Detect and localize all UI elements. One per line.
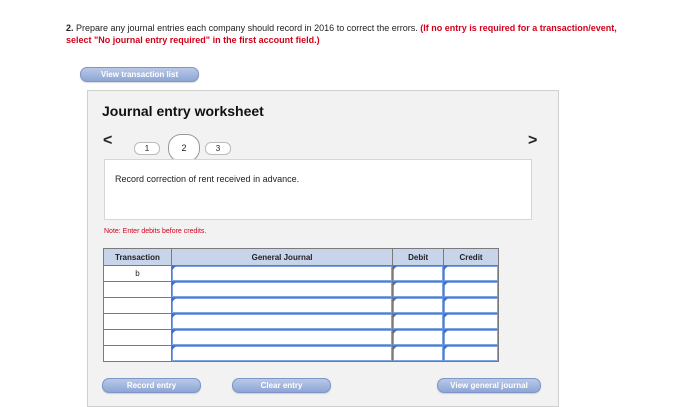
credit-input[interactable] — [443, 345, 499, 362]
account-select[interactable] — [170, 313, 394, 330]
transaction-cell — [103, 329, 172, 346]
header-credit: Credit — [443, 248, 499, 266]
account-select[interactable] — [170, 297, 394, 314]
debit-input[interactable] — [392, 313, 445, 330]
table-row — [103, 329, 499, 346]
journal-entry-worksheet: Journal entry worksheet < > 1 2 3 Record… — [87, 90, 559, 407]
previous-arrow-icon[interactable]: < — [103, 132, 112, 150]
record-entry-button[interactable]: Record entry — [102, 378, 201, 393]
account-select[interactable] — [170, 281, 394, 298]
transaction-cell — [103, 281, 172, 298]
question-number: 2. — [66, 23, 74, 33]
transaction-cell: b — [103, 265, 172, 282]
credit-input[interactable] — [443, 265, 499, 282]
view-general-journal-button[interactable]: View general journal — [437, 378, 541, 393]
step-tab-3[interactable]: 3 — [205, 142, 231, 155]
question-text: 2. Prepare any journal entries each comp… — [66, 22, 626, 46]
credit-input[interactable] — [443, 313, 499, 330]
entry-description: Record correction of rent received in ad… — [115, 174, 300, 184]
header-general-journal: General Journal — [170, 248, 394, 266]
step-tab-1[interactable]: 1 — [134, 142, 160, 155]
table-row — [103, 297, 499, 314]
table-row: b — [103, 265, 499, 282]
credit-input[interactable] — [443, 329, 499, 346]
transaction-cell — [103, 313, 172, 330]
worksheet-title: Journal entry worksheet — [102, 103, 264, 119]
account-select[interactable] — [170, 329, 394, 346]
table-row — [103, 345, 499, 362]
transaction-cell — [103, 345, 172, 362]
clear-entry-button[interactable]: Clear entry — [232, 378, 331, 393]
entry-description-box: Record correction of rent received in ad… — [104, 159, 532, 220]
next-arrow-icon[interactable]: > — [528, 132, 537, 150]
table-row — [103, 313, 499, 330]
account-select[interactable] — [170, 265, 394, 282]
question-instruction: Prepare any journal entries each company… — [76, 23, 418, 33]
header-transaction: Transaction — [103, 248, 172, 266]
credit-input[interactable] — [443, 297, 499, 314]
view-transaction-list-button[interactable]: View transaction list — [80, 67, 199, 82]
journal-header-row: Transaction General Journal Debit Credit — [103, 248, 499, 266]
debit-input[interactable] — [392, 281, 445, 298]
debit-input[interactable] — [392, 345, 445, 362]
step-tab-2-active[interactable]: 2 — [168, 134, 200, 162]
journal-table: Transaction General Journal Debit Credit… — [103, 248, 499, 362]
debit-input[interactable] — [392, 297, 445, 314]
credit-input[interactable] — [443, 281, 499, 298]
transaction-cell — [103, 297, 172, 314]
account-select[interactable] — [170, 345, 394, 362]
debit-input[interactable] — [392, 265, 445, 282]
table-row — [103, 281, 499, 298]
debit-credit-note: Note: Enter debits before credits. — [104, 228, 207, 235]
header-debit: Debit — [392, 248, 445, 266]
debit-input[interactable] — [392, 329, 445, 346]
